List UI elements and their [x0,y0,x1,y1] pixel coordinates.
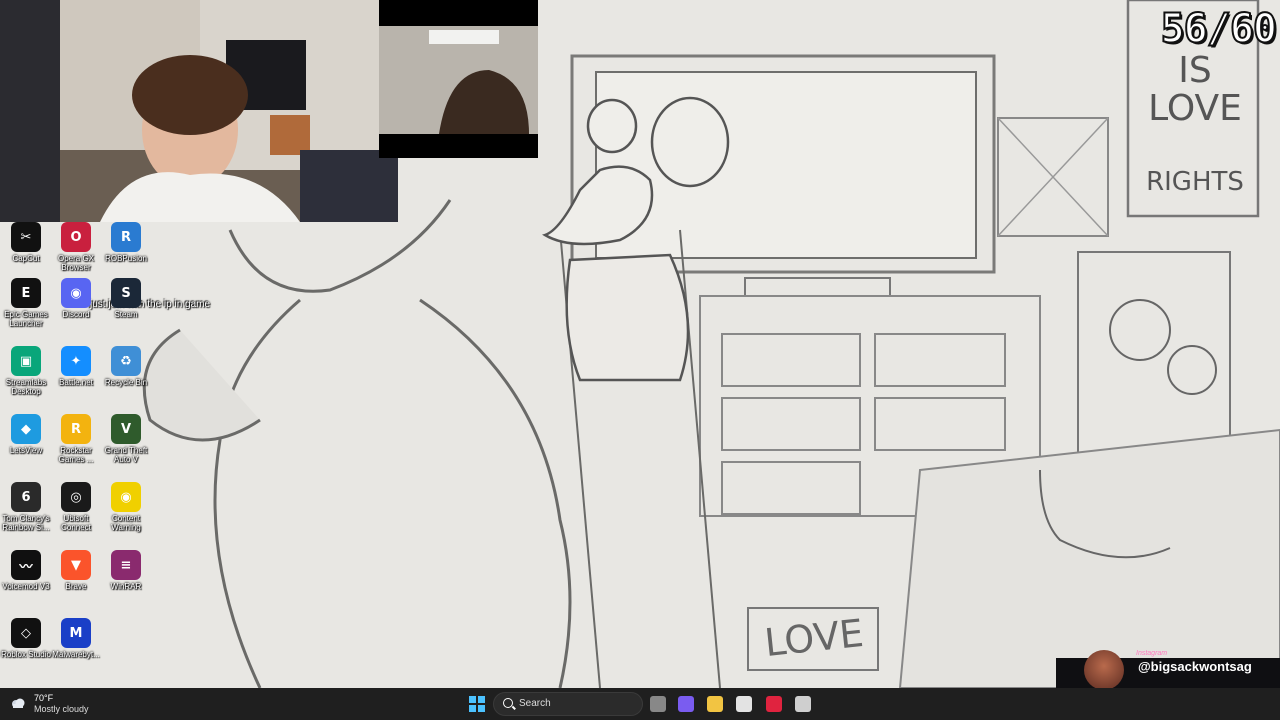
desktop-icon[interactable]: 〰 Voicemod V3 [0,550,52,591]
search-icon [503,698,513,708]
rainbow-six-icon: 6 [11,482,41,512]
desktop-icon[interactable]: ≡ WinRAR [100,550,152,591]
desktop-icon[interactable]: O Opera GX Browser [50,222,102,272]
poster-text: IS LOVE [1145,52,1245,128]
steam-icon: S [111,278,141,308]
file-explorer-icon[interactable] [707,696,723,712]
desktop-icon-label: CapCut [12,254,40,263]
desktop-icon[interactable]: ▣ Streamlabs Desktop [0,346,52,396]
desktop-icon[interactable]: ✂ CapCut [0,222,52,263]
copilot-icon[interactable] [678,696,694,712]
windows-logo-icon [469,696,476,703]
desktop-icon-label: Voicemod V3 [2,582,50,591]
desktop-icon[interactable]: 6 Tom Clancy's Rainbow Si... [0,482,52,532]
roblox-studio-icon: ◇ [11,618,41,648]
brave-icon: ▼ [61,550,91,580]
poster-line-rights: RIGHTS [1146,167,1244,197]
desktop-icon[interactable]: ◆ LetsView [0,414,52,455]
weather-temp: 70°F [34,693,54,703]
taskbar: 70°F Mostly cloudy Search [0,688,1280,720]
poster-line-love: LOVE [1148,88,1242,129]
weather-condition: Mostly cloudy [34,704,89,714]
desktop-icon-label: Steam [114,310,138,319]
desktop-icon-label: Epic Games Launcher [4,310,48,328]
opera-gx-icon: O [61,222,91,252]
malwarebytes-icon: M [61,618,91,648]
social-handle: @bigsackwontsag [1138,659,1252,674]
voicemod-icon: 〰 [11,550,41,580]
desktop-icon-label: Rockstar Games ... [58,446,94,464]
desktop-icon-label: LetsView [9,446,43,455]
desktop-icon-label: Discord [62,310,90,319]
desktop-icon[interactable]: ◎ Ubisoft Connect [50,482,102,532]
content-warning-icon: ◉ [111,482,141,512]
discord-icon: ◉ [61,278,91,308]
microsoft-store-icon[interactable] [736,696,752,712]
secondary-camera-feed [379,0,538,158]
search-placeholder: Search [519,698,551,709]
desktop-icon[interactable]: ◉ Discord [50,278,102,319]
capcut-icon: ✂ [11,222,41,252]
desktop-icon-label: Malwarebyt... [52,650,100,659]
desktop-icon[interactable]: ♻ Recycle Bin [100,346,152,387]
rockstar-icon: R [61,414,91,444]
desktop-icon-label: Ubisoft Connect [61,514,91,532]
desktop-icon-label: Recycle Bin [104,378,148,387]
desktop-icon-label: Grand Theft Auto V [104,446,148,464]
epic-games-icon: E [11,278,41,308]
desktop-icon-label: Tom Clancy's Rainbow Si... [2,514,50,532]
desktop-icon[interactable]: R Rockstar Games ... [50,414,102,464]
recycle-bin-icon: ♻ [111,346,141,376]
social-overlay: Instagram @bigsackwontsag [1056,650,1280,690]
desktop-icon-label: Opera GX Browser [57,254,94,272]
task-view-icon[interactable] [650,696,666,712]
webcam-feed [0,0,398,222]
desktop-icon-label: Brave [65,582,87,591]
desktop-icon-label: ROBPusion [105,254,147,263]
desktop-icon[interactable]: ✦ Battle.net [50,346,102,387]
obs-icon[interactable] [795,696,811,712]
desktop-icon-label: Streamlabs Desktop [5,378,47,396]
desktop-icon[interactable]: ▼ Brave [50,550,102,591]
gta-v-icon: V [111,414,141,444]
avatar [1084,650,1124,690]
winrar-icon: ≡ [111,550,141,580]
streamlabs-icon: ▣ [11,346,41,376]
desktop-icon[interactable]: V Grand Theft Auto V [100,414,152,464]
cloud-icon [12,698,25,708]
desktop-icon[interactable]: M Malwarebyt... [50,618,102,659]
desktop-icon[interactable]: R ROBPusion [100,222,152,263]
desktop-icon[interactable]: ◇ Roblox Studio [0,618,52,659]
desktop-icon[interactable]: E Epic Games Launcher [0,278,52,328]
desktop-icon[interactable]: S Steam [100,278,152,319]
start-button[interactable] [469,696,485,712]
robpusion-icon: R [111,222,141,252]
progress-counter: 56/60 [1160,5,1278,53]
ubisoft-icon: ◎ [61,482,91,512]
taskbar-search-box[interactable]: Search [493,692,643,716]
webcam-overlay [0,0,398,222]
poster-line-is: IS [1178,50,1212,91]
social-tag: Instagram [1136,650,1168,657]
desktop-icon-label: Content Warning [111,514,141,532]
letsview-icon: ◆ [11,414,41,444]
battlenet-icon: ✦ [61,346,91,376]
desktop-icon[interactable]: ◉ Content Warning [100,482,152,532]
desktop-icon-label: Roblox Studio [1,650,51,659]
desktop-icon-label: Battle.net [59,378,93,387]
opera-gx-taskbar-icon[interactable] [766,696,782,712]
desktop-icon-label: WinRAR [110,582,142,591]
secondary-camera-overlay [379,0,538,158]
